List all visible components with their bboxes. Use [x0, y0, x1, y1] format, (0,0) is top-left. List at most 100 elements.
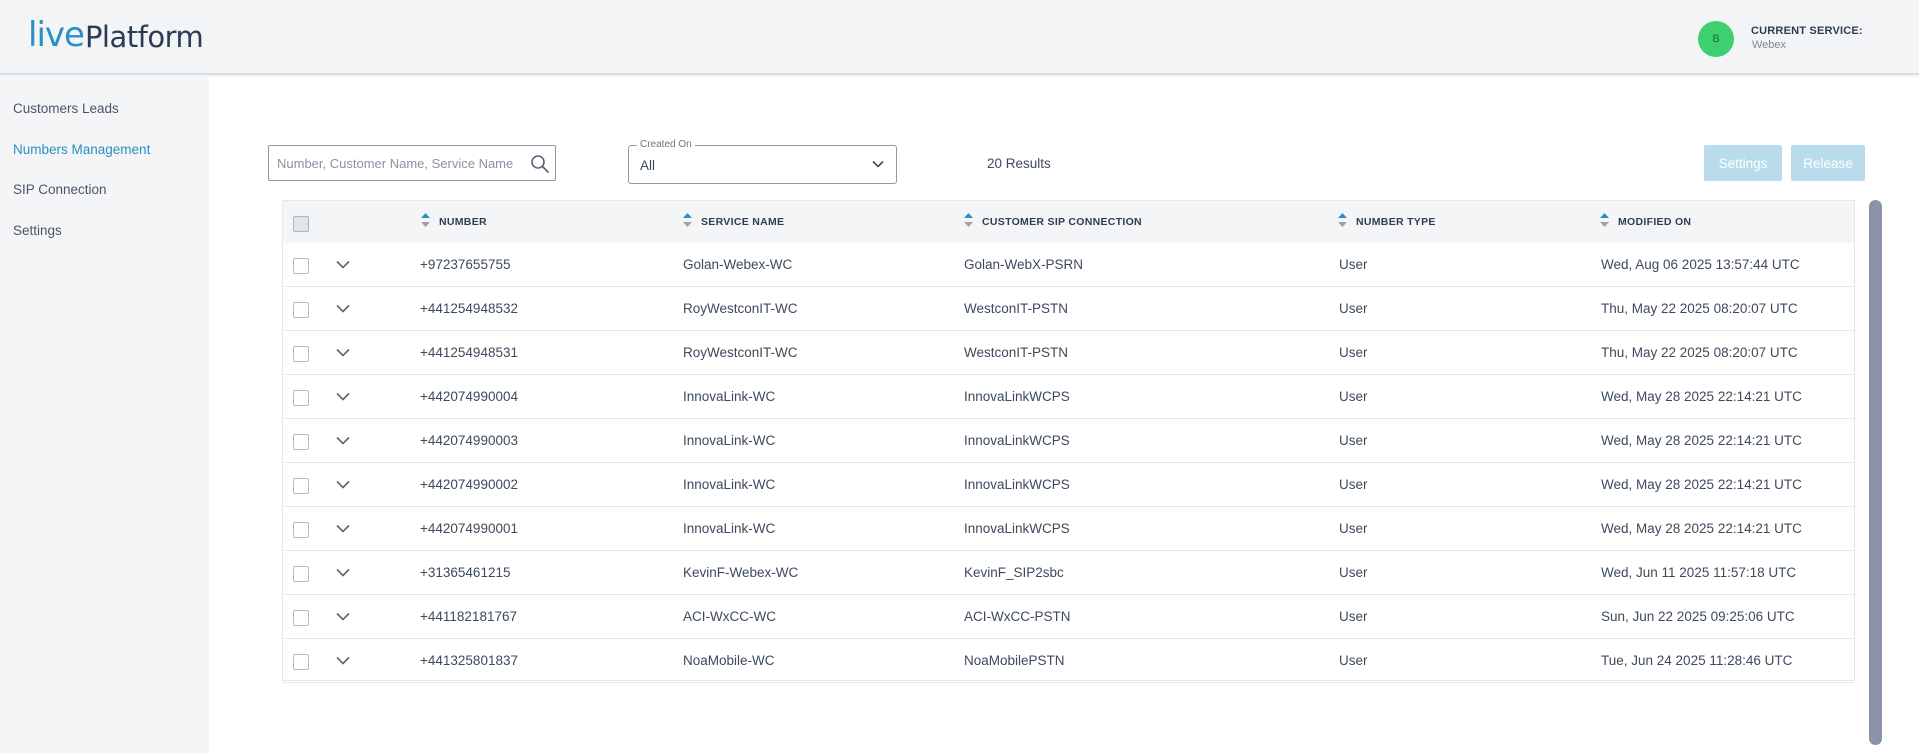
cell-sip-connection: InnovaLinkWCPS	[964, 521, 1070, 536]
cell-number-type: User	[1339, 433, 1368, 448]
cell-service-name: InnovaLink-WC	[683, 389, 776, 404]
row-checkbox[interactable]	[293, 346, 309, 362]
cell-modified-on: Thu, May 22 2025 08:20:07 UTC	[1601, 301, 1798, 316]
cell-number-type: User	[1339, 389, 1368, 404]
chevron-down-icon[interactable]	[336, 612, 350, 621]
row-checkbox[interactable]	[293, 566, 309, 582]
cell-sip-connection: InnovaLinkWCPS	[964, 389, 1070, 404]
cell-sip-connection: WestconIT-PSTN	[964, 345, 1069, 360]
cell-sip-connection: ACI-WxCC-PSTN	[964, 609, 1071, 624]
table-header: NUMBER SERVICE NAME CUSTOMER SIP CONNECT…	[283, 201, 1854, 243]
cell-service-name: InnovaLink-WC	[683, 521, 776, 536]
logo-live-text: live	[28, 15, 85, 55]
column-header-customer-sip-connection[interactable]: CUSTOMER SIP CONNECTION	[982, 216, 1142, 228]
column-header-modified-on[interactable]: MODIFIED ON	[1618, 216, 1691, 228]
table-row[interactable]: +441182181767 ACI-WxCC-WC ACI-WxCC-PSTN …	[283, 595, 1854, 639]
row-checkbox[interactable]	[293, 478, 309, 494]
chevron-down-icon[interactable]	[336, 436, 350, 445]
cell-sip-connection: NoaMobilePSTN	[964, 653, 1065, 668]
column-header-service-name[interactable]: SERVICE NAME	[701, 216, 784, 228]
search-icon[interactable]	[530, 154, 550, 174]
chevron-down-icon[interactable]	[336, 480, 350, 489]
release-button[interactable]: Release	[1791, 145, 1865, 181]
cell-number-type: User	[1339, 257, 1368, 272]
sidebar: Customers Leads Numbers Management SIP C…	[0, 77, 209, 753]
sort-icon[interactable]	[1600, 213, 1609, 227]
cell-number-type: User	[1339, 345, 1368, 360]
created-on-label: Created On	[637, 139, 695, 150]
cell-service-name: InnovaLink-WC	[683, 477, 776, 492]
created-on-select[interactable]: Created On All	[628, 139, 897, 184]
cell-sip-connection: InnovaLinkWCPS	[964, 433, 1070, 448]
top-header: live Platform B CURRENT SERVICE: Webex	[0, 0, 1919, 75]
cell-modified-on: Wed, May 28 2025 22:14:21 UTC	[1601, 433, 1802, 448]
results-count: 20 Results	[987, 156, 1051, 171]
cell-number: +441325801837	[420, 653, 518, 668]
chevron-down-icon[interactable]	[336, 656, 350, 665]
row-checkbox[interactable]	[293, 654, 309, 670]
table-row[interactable]: +442074990001 InnovaLink-WC InnovaLinkWC…	[283, 507, 1854, 551]
table-row[interactable]: +31365461215 KevinF-Webex-WC KevinF_SIP2…	[283, 551, 1854, 595]
table-row[interactable]: +97237655755 Golan-Webex-WC Golan-WebX-P…	[283, 243, 1854, 287]
chevron-down-icon[interactable]	[336, 260, 350, 269]
cell-service-name: ACI-WxCC-WC	[683, 609, 776, 624]
table-row[interactable]: +442074990002 InnovaLink-WC InnovaLinkWC…	[283, 463, 1854, 507]
settings-button[interactable]: Settings	[1704, 145, 1782, 181]
row-checkbox[interactable]	[293, 434, 309, 450]
sidebar-item-numbers-management[interactable]: Numbers Management	[13, 142, 150, 157]
cell-number-type: User	[1339, 477, 1368, 492]
table-row[interactable]: +442074990004 InnovaLink-WC InnovaLinkWC…	[283, 375, 1854, 419]
search-input[interactable]	[269, 146, 519, 180]
cell-number: +442074990001	[420, 521, 518, 536]
table-row[interactable]: +442074990003 InnovaLink-WC InnovaLinkWC…	[283, 419, 1854, 463]
sort-icon[interactable]	[421, 213, 430, 227]
current-service-value: Webex	[1752, 39, 1787, 51]
cell-number: +97237655755	[420, 257, 511, 272]
cell-number: +442074990003	[420, 433, 518, 448]
table-row[interactable]: +441254948531 RoyWestconIT-WC WestconIT-…	[283, 331, 1854, 375]
column-header-number[interactable]: NUMBER	[439, 216, 487, 228]
cell-number: +31365461215	[420, 565, 511, 580]
cell-modified-on: Wed, Aug 06 2025 13:57:44 UTC	[1601, 257, 1800, 272]
sort-icon[interactable]	[964, 213, 973, 227]
sidebar-item-customers-leads[interactable]: Customers Leads	[13, 101, 119, 116]
select-all-checkbox[interactable]	[293, 216, 309, 232]
chevron-down-icon[interactable]	[336, 392, 350, 401]
sidebar-item-sip-connection[interactable]: SIP Connection	[13, 182, 107, 197]
sort-icon[interactable]	[1338, 213, 1347, 227]
cell-service-name: InnovaLink-WC	[683, 433, 776, 448]
cell-sip-connection: KevinF_SIP2sbc	[964, 565, 1064, 580]
chevron-down-icon[interactable]	[336, 524, 350, 533]
row-checkbox[interactable]	[293, 610, 309, 626]
search-box	[268, 145, 556, 181]
cell-number: +441254948532	[420, 301, 518, 316]
numbers-table: NUMBER SERVICE NAME CUSTOMER SIP CONNECT…	[282, 200, 1855, 683]
cell-service-name: RoyWestconIT-WC	[683, 345, 798, 360]
table-row[interactable]: +441325801837 NoaMobile-WC NoaMobilePSTN…	[283, 639, 1854, 683]
liveplatform-logo[interactable]: live Platform	[28, 15, 204, 55]
cell-number: +442074990002	[420, 477, 518, 492]
row-checkbox[interactable]	[293, 522, 309, 538]
sidebar-item-settings[interactable]: Settings	[13, 223, 62, 238]
cell-service-name: Golan-Webex-WC	[683, 257, 793, 272]
cell-sip-connection: WestconIT-PSTN	[964, 301, 1069, 316]
chevron-down-icon[interactable]	[336, 568, 350, 577]
avatar[interactable]: B	[1698, 21, 1734, 57]
cell-number: +441182181767	[420, 609, 517, 624]
cell-sip-connection: InnovaLinkWCPS	[964, 477, 1070, 492]
cell-service-name: NoaMobile-WC	[683, 653, 775, 668]
cell-service-name: KevinF-Webex-WC	[683, 565, 799, 580]
chevron-down-icon[interactable]	[336, 348, 350, 357]
cell-modified-on: Wed, May 28 2025 22:14:21 UTC	[1601, 389, 1802, 404]
sort-icon[interactable]	[683, 213, 692, 227]
chevron-down-icon[interactable]	[336, 304, 350, 313]
table-row[interactable]: +441254948532 RoyWestconIT-WC WestconIT-…	[283, 287, 1854, 331]
cell-modified-on: Wed, Jun 11 2025 11:57:18 UTC	[1601, 565, 1797, 580]
vertical-scrollbar[interactable]	[1869, 200, 1882, 745]
cell-number: +441254948531	[420, 345, 518, 360]
row-checkbox[interactable]	[293, 258, 309, 274]
cell-number-type: User	[1339, 565, 1368, 580]
row-checkbox[interactable]	[293, 390, 309, 406]
column-header-number-type[interactable]: NUMBER TYPE	[1356, 216, 1436, 228]
row-checkbox[interactable]	[293, 302, 309, 318]
